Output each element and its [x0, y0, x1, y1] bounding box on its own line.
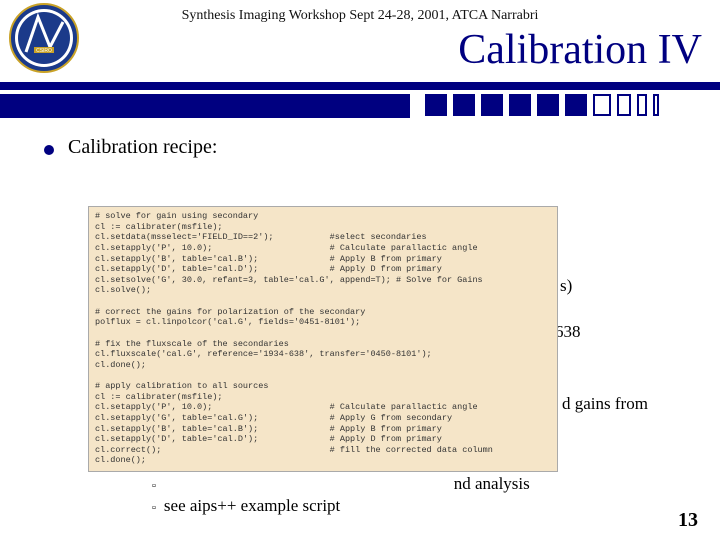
hidden-text-gains: d gains from — [562, 394, 648, 414]
decorative-bars — [0, 82, 720, 118]
hidden-text-sources: s) — [560, 276, 572, 296]
footer-line-aips: ▫see aips++ example script — [152, 496, 340, 516]
bullet-dot — [44, 145, 54, 155]
workshop-subtitle: Synthesis Imaging Workshop Sept 24-28, 2… — [0, 8, 720, 24]
code-example: # solve for gain using secondary cl := c… — [88, 206, 558, 472]
svg-text:CSIRO: CSIRO — [36, 48, 52, 54]
bullet-text: Calibration recipe: — [68, 136, 217, 159]
hidden-text-638: 638 — [555, 322, 581, 342]
footer-line-analysis: ▫are corrected data in subsequent imagin… — [152, 474, 530, 494]
slide-title: Calibration IV — [0, 26, 720, 74]
page-number: 13 — [678, 509, 698, 532]
csiro-logo: CSIRO — [8, 2, 80, 74]
